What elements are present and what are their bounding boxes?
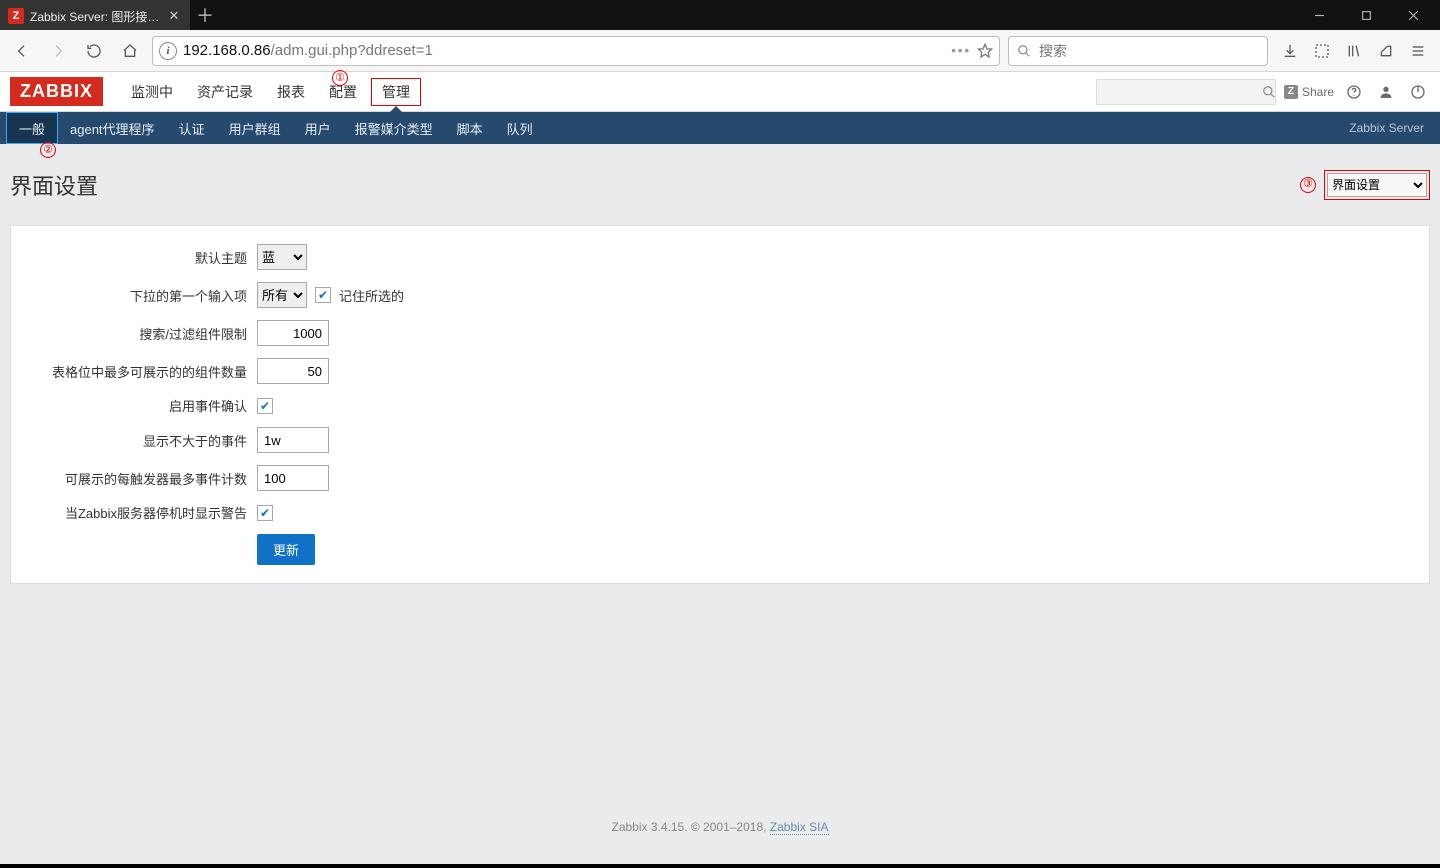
subnav-queue[interactable]: 队列 [495, 112, 545, 144]
zabbix-header: ZABBIX 监测中 资产记录 报表 配置 管理 ① Z Share [0, 72, 1440, 112]
browser-toolbar: i 192.168.0.86/adm.gui.php?ddreset=1 ••• [0, 30, 1440, 72]
window-close-button[interactable] [1391, 0, 1436, 30]
screenshot-icon[interactable] [1308, 37, 1336, 65]
page-title-row: 界面设置 ③ 界面设置 [0, 144, 1440, 225]
label-theme: 默认主题 [25, 248, 247, 267]
settings-panel: 默认主题 蓝 下拉的第一个输入项 所有 记住所选的 搜索/ [10, 225, 1430, 584]
send-tab-icon[interactable] [1372, 37, 1400, 65]
footer-text: Zabbix 3.4.15. © 2001–2018, [612, 820, 770, 834]
tab-close-icon[interactable]: ✕ [166, 8, 182, 24]
annotation-3: ③ [1300, 177, 1316, 193]
nav-forward-button[interactable] [44, 37, 72, 65]
top-nav: 监测中 资产记录 报表 配置 管理 [121, 72, 421, 111]
browser-search-box[interactable] [1008, 36, 1268, 66]
page-title: 界面设置 [10, 169, 98, 201]
window-controls [1297, 0, 1440, 30]
page-section-select-wrap: 界面设置 [1324, 170, 1430, 200]
bookmark-star-icon[interactable] [977, 43, 993, 59]
subnav-server-label: Zabbix Server [1349, 112, 1434, 144]
page-actions-icon[interactable]: ••• [951, 43, 971, 58]
search-icon [1017, 44, 1031, 58]
subnav-general[interactable]: 一般 [6, 112, 58, 144]
nav-home-button[interactable] [116, 37, 144, 65]
new-tab-button[interactable]: ＋ [190, 0, 220, 30]
url-text: 192.168.0.86/adm.gui.php?ddreset=1 [183, 42, 945, 59]
zabbix-search-input[interactable] [1103, 84, 1262, 100]
share-z-icon: Z [1284, 85, 1298, 99]
search-icon[interactable] [1262, 85, 1276, 99]
subnav-usergroups[interactable]: 用户群组 [217, 112, 293, 144]
menu-icon[interactable] [1404, 37, 1432, 65]
sub-nav: 一般 agent代理程序 认证 用户群组 用户 报警媒介类型 脚本 队列 Zab… [0, 112, 1440, 144]
select-theme[interactable]: 蓝 [257, 244, 307, 270]
logout-icon[interactable] [1406, 80, 1430, 104]
browser-titlebar: Z Zabbix Server: 图形接口的配 ✕ ＋ [0, 0, 1440, 30]
settings-form: 默认主题 蓝 下拉的第一个输入项 所有 记住所选的 搜索/ [25, 244, 1415, 565]
library-icon[interactable] [1340, 37, 1368, 65]
label-table-limit: 表格位中最多可展示的的组件数量 [25, 362, 247, 381]
input-table-limit[interactable] [257, 358, 329, 384]
zabbix-favicon: Z [8, 8, 24, 24]
label-events-per-trigger: 可展示的每触发器最多事件计数 [25, 469, 247, 488]
window-maximize-button[interactable] [1344, 0, 1389, 30]
topnav-admin[interactable]: 管理 [371, 78, 421, 106]
nav-back-button[interactable] [8, 37, 36, 65]
window-minimize-button[interactable] [1297, 0, 1342, 30]
subnav-users[interactable]: 用户 [293, 112, 343, 144]
zabbix-logo[interactable]: ZABBIX [10, 77, 103, 106]
label-events-older: 显示不大于的事件 [25, 431, 247, 450]
label-ack: 启用事件确认 [25, 396, 247, 415]
subnav-mediatypes[interactable]: 报警媒介类型 [343, 112, 445, 144]
label-search-limit: 搜索/过滤组件限制 [25, 324, 247, 343]
update-button[interactable]: 更新 [257, 534, 315, 565]
checkbox-ack[interactable] [257, 398, 273, 414]
topnav-reports[interactable]: 报表 [267, 78, 315, 106]
subnav-proxies[interactable]: agent代理程序 [58, 112, 167, 144]
user-icon[interactable] [1374, 80, 1398, 104]
taskbar [0, 864, 1440, 868]
nav-reload-button[interactable] [80, 37, 108, 65]
input-search-limit[interactable] [257, 320, 329, 346]
subnav-auth[interactable]: 认证 [167, 112, 217, 144]
checkbox-warn-down[interactable] [257, 505, 273, 521]
browser-search-input[interactable] [1037, 42, 1259, 60]
label-first-entry: 下拉的第一个输入项 [25, 286, 247, 305]
page-section-select[interactable]: 界面设置 [1327, 173, 1427, 197]
share-label: Share [1302, 85, 1334, 99]
help-icon[interactable] [1342, 80, 1366, 104]
browser-tab[interactable]: Z Zabbix Server: 图形接口的配 ✕ [0, 0, 190, 30]
footer-link[interactable]: Zabbix SIA [770, 820, 829, 835]
topnav-config[interactable]: 配置 [319, 78, 367, 106]
input-events-older[interactable] [257, 427, 329, 453]
zabbix-search[interactable] [1096, 79, 1276, 105]
site-info-icon[interactable]: i [159, 42, 177, 60]
downloads-icon[interactable] [1276, 37, 1304, 65]
subnav-scripts[interactable]: 脚本 [445, 112, 495, 144]
zabbix-share[interactable]: Z Share [1284, 85, 1334, 99]
label-remember: 记住所选的 [339, 286, 404, 305]
url-bar[interactable]: i 192.168.0.86/adm.gui.php?ddreset=1 ••• [152, 36, 1000, 66]
checkbox-remember[interactable] [315, 287, 331, 303]
topnav-monitoring[interactable]: 监测中 [121, 78, 183, 106]
label-warn-down: 当Zabbix服务器停机时显示警告 [25, 503, 247, 522]
tab-title: Zabbix Server: 图形接口的配 [30, 8, 160, 25]
topnav-inventory[interactable]: 资产记录 [187, 78, 263, 106]
footer: Zabbix 3.4.15. © 2001–2018, Zabbix SIA [0, 820, 1440, 834]
select-first-entry[interactable]: 所有 [257, 282, 307, 308]
input-events-per-trigger[interactable] [257, 465, 329, 491]
